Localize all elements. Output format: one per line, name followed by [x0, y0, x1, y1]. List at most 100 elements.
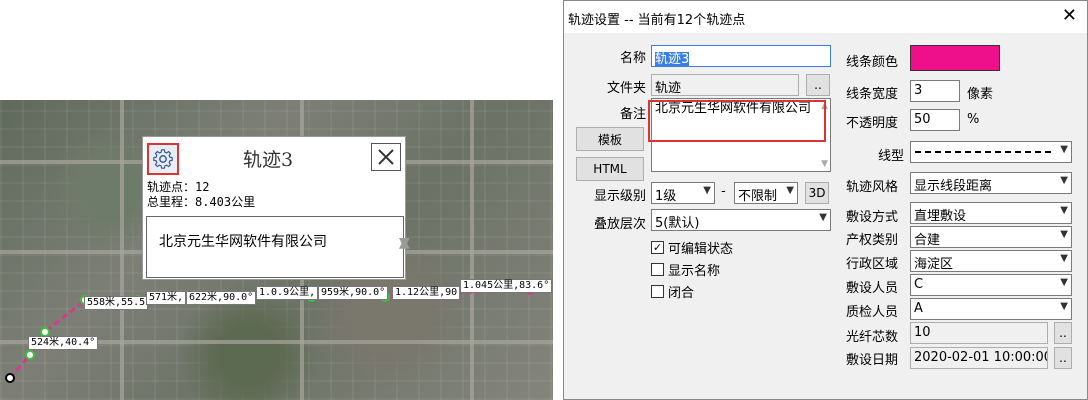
chevron-down-icon: ▼	[1060, 277, 1068, 288]
fiber-count-input[interactable]: 10	[910, 322, 1048, 344]
chevron-down-icon: ▼	[1060, 301, 1068, 312]
level-separator: -	[721, 184, 726, 199]
name-value: 轨迹3	[655, 52, 690, 67]
note-text: 北京元生华网软件有限公司	[159, 234, 327, 250]
close-icon[interactable]: ✕	[1062, 5, 1077, 26]
level-to-value: 不限制	[738, 189, 778, 204]
segment-label: 1.12公里,90	[392, 286, 461, 300]
level-to-select[interactable]: 不限制 ▼	[734, 182, 798, 204]
chevron-down-icon: ▼	[1060, 175, 1068, 186]
segment-label: 558米,55.5	[84, 296, 149, 310]
track-style-select[interactable]: 显示线段距离 ▼	[910, 172, 1072, 194]
editable-checkbox[interactable]: ✓ 可编辑状态	[651, 238, 733, 257]
chevron-down-icon: ▼	[819, 212, 827, 223]
fiber-count-browse-button[interactable]: ..	[1054, 322, 1072, 344]
chevron-down-icon: ▼	[786, 185, 794, 196]
line-type-select[interactable]: ▼	[910, 141, 1072, 163]
total-distance-text: 总里程：8.403公里	[147, 195, 256, 209]
stack-order-value: 5(默认)	[655, 216, 700, 231]
closed-label: 闭合	[668, 286, 695, 301]
region-label: 行政区域	[846, 257, 899, 272]
scroll-down-icon[interactable]: ▼	[399, 235, 410, 251]
track-style-value: 显示线段距离	[914, 179, 993, 194]
segment-label: 1.0.9公里,	[256, 286, 319, 300]
template-button[interactable]: 模板	[576, 127, 644, 151]
track-start-point[interactable]	[5, 373, 15, 383]
scroll-down-icon[interactable]: ▼	[821, 159, 828, 169]
chevron-down-icon: ▼	[1060, 253, 1068, 264]
opacity-input[interactable]: 50	[910, 109, 960, 131]
checkmark-icon: ✓	[651, 241, 664, 254]
installer-value: C	[914, 277, 924, 292]
line-type-label: 线型	[877, 149, 904, 164]
chevron-down-icon: ▼	[1060, 229, 1068, 240]
point-count-text: 轨迹点：12	[147, 180, 210, 194]
popup-title: 轨迹3	[243, 149, 294, 171]
chevron-down-icon: ▼	[1060, 205, 1068, 216]
segment-label: 524米,40.4°	[28, 336, 99, 350]
show-name-checkbox[interactable]: 显示名称	[651, 260, 720, 279]
folder-input[interactable]: 轨迹	[651, 74, 799, 96]
segment-label: 622米,90.0°	[186, 291, 257, 305]
dialog-titlebar[interactable]: 轨迹设置 -- 当前有12个轨迹点 ✕	[564, 1, 1087, 33]
stack-order-label: 叠放层次	[593, 217, 646, 232]
opacity-unit: %	[967, 112, 980, 127]
chevron-down-icon: ▼	[1060, 144, 1068, 155]
fiber-count-label: 光纤芯数	[846, 330, 899, 345]
html-button[interactable]: HTML	[576, 157, 644, 181]
closed-checkbox[interactable]: 闭合	[651, 282, 694, 301]
track-style-label: 轨迹风格	[846, 180, 899, 195]
segment-label: 1.045公里,83.6°	[460, 279, 553, 293]
lay-date-label: 敷设日期	[846, 353, 899, 368]
opacity-label: 不透明度	[846, 116, 899, 131]
level-from-value: 1级	[655, 189, 677, 204]
line-color-label: 线条颜色	[846, 55, 899, 70]
checkbox-box	[651, 285, 664, 298]
close-icon	[378, 149, 394, 165]
ownership-select[interactable]: 合建 ▼	[910, 226, 1072, 248]
chevron-down-icon: ▼	[703, 185, 711, 196]
segment-label: 571米,	[146, 291, 187, 305]
display-level-label: 显示级别	[593, 189, 646, 204]
lay-date-input[interactable]: 2020-02-01 10:00:00	[910, 347, 1048, 369]
region-select[interactable]: 海淀区 ▼	[910, 250, 1072, 272]
inspector-label: 质检人员	[846, 305, 899, 320]
show-name-label: 显示名称	[668, 264, 721, 279]
lay-date-browse-button[interactable]: ..	[1054, 347, 1072, 369]
inspector-value: A	[914, 301, 923, 316]
stack-order-select[interactable]: 5(默认) ▼	[651, 209, 831, 231]
installer-select[interactable]: C ▼	[910, 274, 1072, 296]
name-input[interactable]: 轨迹3	[651, 45, 831, 67]
ownership-label: 产权类别	[846, 233, 899, 248]
line-width-input[interactable]: 3	[910, 80, 960, 102]
ownership-value: 合建	[914, 233, 941, 248]
editable-label: 可编辑状态	[668, 242, 734, 257]
line-width-unit: 像素	[967, 87, 994, 102]
settings-button[interactable]	[147, 143, 179, 175]
region-value: 海淀区	[914, 257, 954, 272]
dashed-line-preview	[915, 151, 1055, 153]
installer-label: 敷设人员	[846, 281, 899, 296]
track-point[interactable]	[40, 327, 50, 337]
lay-method-value: 直埋敷设	[914, 209, 967, 224]
level-from-select[interactable]: 1级 ▼	[651, 182, 715, 204]
scrollbar[interactable]: ▲ ▼	[387, 221, 410, 273]
checkbox-box	[651, 263, 664, 276]
folder-label: 文件夹	[606, 81, 646, 96]
dialog-title: 轨迹设置 -- 当前有12个轨迹点	[568, 13, 746, 28]
track-settings-dialog: 轨迹设置 -- 当前有12个轨迹点 ✕ 名称 轨迹3 文件夹 轨迹 .. 备注 …	[563, 0, 1088, 400]
3d-button[interactable]: 3D	[805, 182, 829, 204]
track-info-popup: 轨迹3 轨迹点：12 总里程：8.403公里 北京元生华网软件有限公司 ▲ ▼	[142, 136, 410, 280]
inspector-select[interactable]: A ▼	[910, 298, 1072, 320]
lay-method-label: 敷设方式	[846, 210, 899, 225]
segment-label: 959米,90.0°	[318, 286, 389, 300]
line-color-swatch[interactable]	[910, 45, 1000, 71]
note-box[interactable]: 北京元生华网软件有限公司 ▲ ▼	[146, 216, 410, 278]
close-button[interactable]	[371, 143, 401, 171]
track-point[interactable]	[25, 350, 35, 360]
note-label: 备注	[619, 107, 646, 122]
lay-method-select[interactable]: 直埋敷设 ▼	[910, 202, 1072, 224]
gear-icon	[153, 149, 173, 169]
browse-folder-button[interactable]: ..	[806, 74, 830, 96]
name-label: 名称	[619, 51, 646, 66]
